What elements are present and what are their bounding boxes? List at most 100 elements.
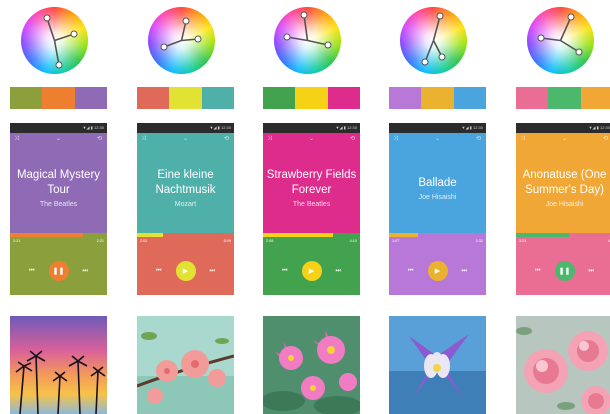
play-icon: ▶ xyxy=(434,267,441,275)
palette-showcase: ▼◢ ▮ 12:30 ⤨ ⌄ ⟲ Magical Mystery Tour Th… xyxy=(0,0,610,414)
chevron-down-icon[interactable]: ⌄ xyxy=(562,136,567,142)
song-artist: The Beatles xyxy=(39,201,78,208)
palette-swatch xyxy=(74,87,107,109)
repeat-icon[interactable]: ⟲ xyxy=(97,136,102,142)
skip-previous-icon[interactable]: ⏮ xyxy=(282,268,287,274)
wheel-handles xyxy=(43,14,78,69)
palette-swatch xyxy=(10,87,43,109)
color-wheel xyxy=(400,7,467,74)
repeat-icon[interactable]: ⟲ xyxy=(350,136,355,142)
song-info: Strawberry Fields Forever The Beatles xyxy=(263,145,360,233)
color-wheel xyxy=(274,7,341,74)
song-info: Eine kleine Nachtmusik Mozart xyxy=(137,145,234,233)
palette-swatch xyxy=(137,87,170,109)
skip-next-icon[interactable]: ⏭ xyxy=(210,268,215,274)
skip-previous-icon[interactable]: ⏮ xyxy=(408,268,413,274)
skip-previous-icon[interactable]: ⏮ xyxy=(535,268,540,274)
song-title: Magical Mystery Tour xyxy=(16,169,101,196)
palette-swatch xyxy=(169,87,202,109)
play-pause-button[interactable]: ❚❚ xyxy=(554,260,575,281)
song-info: Anonatuse (One Summer's Day) Joe Hisaish… xyxy=(516,145,610,233)
play-pause-button[interactable]: ▶ xyxy=(301,260,322,281)
music-player-screen: ▼◢ ▮ 12:30 ⤨ ⌄ ⟲ Eine kleine Nachtmusik … xyxy=(137,123,234,295)
player-top-bar: ⤨ ⌄ ⟲ xyxy=(516,133,610,145)
song-title: Eine kleine Nachtmusik xyxy=(155,169,216,196)
song-artist: Joe Hisaishi xyxy=(418,193,457,201)
skip-next-icon[interactable]: ⏭ xyxy=(462,268,467,274)
repeat-icon[interactable]: ⟲ xyxy=(603,136,608,142)
music-player-screen: ▼◢ ▮ 12:30 ⤨ ⌄ ⟲ Strawberry Fields Forev… xyxy=(263,123,360,295)
chevron-down-icon[interactable]: ⌄ xyxy=(56,136,61,142)
player-top-bar: ⤨ ⌄ ⟲ xyxy=(10,133,107,145)
elapsed-time: 2:08 xyxy=(266,239,274,243)
chevron-down-icon[interactable]: ⌄ xyxy=(435,136,440,142)
shuffle-icon[interactable]: ⤨ xyxy=(14,136,19,142)
column-magical-mystery-tour: ▼◢ ▮ 12:30 ⤨ ⌄ ⟲ Magical Mystery Tour Th… xyxy=(6,0,107,414)
shuffle-icon[interactable]: ⤨ xyxy=(267,136,272,142)
album-photo-pink-blossom-branch xyxy=(137,316,234,414)
time-row: 2:21 2:21 xyxy=(10,237,107,246)
time-row: 2:02 5:09 xyxy=(137,237,234,246)
color-palette xyxy=(516,87,610,109)
column-strawberry-fields-forever: ▼◢ ▮ 12:30 ⤨ ⌄ ⟲ Strawberry Fields Forev… xyxy=(259,0,360,414)
wheel-handles xyxy=(421,12,446,66)
palette-swatch xyxy=(201,87,234,109)
play-pause-button[interactable]: ▶ xyxy=(427,260,448,281)
elapsed-time: 2:21 xyxy=(13,239,21,243)
repeat-icon[interactable]: ⟲ xyxy=(476,136,481,142)
color-wheel xyxy=(148,7,215,74)
play-icon: ▶ xyxy=(182,267,189,275)
color-wheel xyxy=(527,7,594,74)
palette-swatch xyxy=(580,87,610,109)
duration-time: 2:32 xyxy=(475,239,483,243)
player-top-bar: ⤨ ⌄ ⟲ xyxy=(263,133,360,145)
palette-swatch xyxy=(42,87,75,109)
skip-next-icon[interactable]: ⏭ xyxy=(83,268,88,274)
song-title: Ballade xyxy=(418,176,457,189)
play-icon: ▶ xyxy=(308,267,315,275)
album-photo-lotus-flowers xyxy=(263,316,360,414)
color-wheel xyxy=(21,7,88,74)
play-pause-button[interactable]: ❚❚ xyxy=(48,260,69,281)
skip-previous-icon[interactable]: ⏮ xyxy=(156,268,161,274)
music-player-screen: ▼◢ ▮ 12:30 ⤨ ⌄ ⟲ Ballade Joe Hisaishi 1:… xyxy=(389,123,486,295)
player-top-bar: ⤨ ⌄ ⟲ xyxy=(389,133,486,145)
song-info: Ballade Joe Hisaishi xyxy=(389,145,486,233)
chevron-down-icon[interactable]: ⌄ xyxy=(183,136,188,142)
shuffle-icon[interactable]: ⤨ xyxy=(141,136,146,142)
status-bar: ▼◢ ▮ 12:30 xyxy=(516,123,610,133)
chevron-down-icon[interactable]: ⌄ xyxy=(309,136,314,142)
skip-next-icon[interactable]: ⏭ xyxy=(336,268,341,274)
song-artist: Mozart xyxy=(174,201,197,208)
palette-swatch xyxy=(389,87,422,109)
skip-next-icon[interactable]: ⏭ xyxy=(589,268,594,274)
elapsed-time: 2:02 xyxy=(140,239,148,243)
duration-time: 2:21 xyxy=(96,239,104,243)
duration-time: 5:09 xyxy=(223,239,231,243)
palette-swatch xyxy=(421,87,454,109)
pause-icon: ❚❚ xyxy=(558,267,571,275)
palette-swatch xyxy=(327,87,360,109)
play-pause-button[interactable]: ▶ xyxy=(175,260,196,281)
status-bar: ▼◢ ▮ 12:30 xyxy=(263,123,360,133)
song-title: Strawberry Fields Forever xyxy=(266,169,357,196)
pause-icon: ❚❚ xyxy=(52,267,65,275)
playback-controls: ⏮ ❚❚ ⏭ xyxy=(10,246,107,295)
playback-controls: ⏮ ▶ ⏭ xyxy=(389,246,486,295)
album-photo-palm-trees-sunset xyxy=(10,316,107,414)
palette-swatch xyxy=(516,87,549,109)
palette-swatch xyxy=(295,87,328,109)
duration-time: 4:10 xyxy=(349,239,357,243)
album-photo-columbine-flower xyxy=(389,316,486,414)
song-title: Anonatuse (One Summer's Day) xyxy=(522,169,607,196)
status-bar: ▼◢ ▮ 12:30 xyxy=(137,123,234,133)
repeat-icon[interactable]: ⟲ xyxy=(224,136,229,142)
song-artist: The Beatles xyxy=(292,201,331,208)
palette-swatch xyxy=(453,87,486,109)
color-palette xyxy=(10,87,107,109)
skip-previous-icon[interactable]: ⏮ xyxy=(29,268,34,274)
shuffle-icon[interactable]: ⤨ xyxy=(393,136,398,142)
wheel-handles xyxy=(537,13,583,56)
time-row: 1:07 2:32 xyxy=(389,237,486,246)
shuffle-icon[interactable]: ⤨ xyxy=(520,136,525,142)
